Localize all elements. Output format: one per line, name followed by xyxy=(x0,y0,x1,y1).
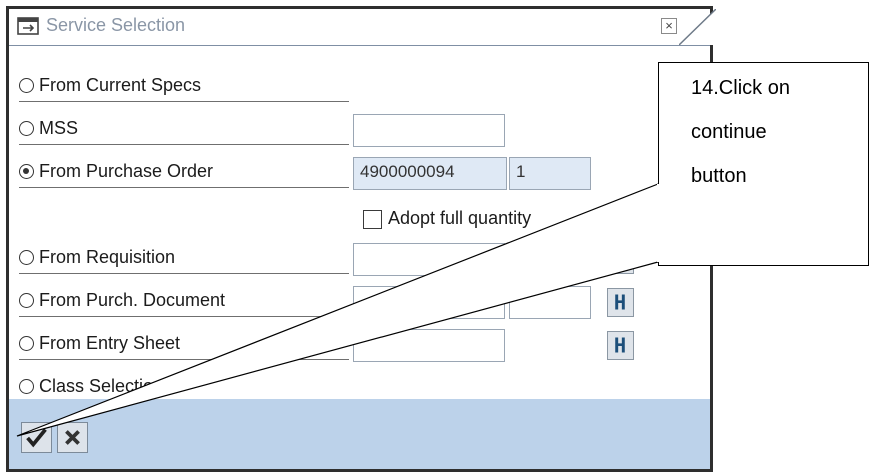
option-label: From Purchase Order xyxy=(39,161,214,181)
cancel-x-icon xyxy=(65,430,80,445)
dialog-title: Service Selection xyxy=(46,15,186,35)
radio-class-selection[interactable] xyxy=(19,379,34,394)
instruction-callout: 14.Click on continue button xyxy=(658,62,869,266)
requisition-input[interactable] xyxy=(353,243,505,276)
radio-from-requisition[interactable] xyxy=(19,250,34,265)
purchase-order-number-field[interactable]: 4900000094 xyxy=(353,157,507,190)
option-label: From Current Specs xyxy=(39,75,202,95)
option-label: From Requisition xyxy=(39,247,176,267)
option-label: From Entry Sheet xyxy=(39,333,181,353)
multiple-selection-icon[interactable]: H xyxy=(607,288,634,317)
radio-from-purchase-order[interactable] xyxy=(19,164,34,179)
dialog-toolbar xyxy=(9,399,710,469)
option-label: From Purch. Document xyxy=(39,290,226,310)
continue-button[interactable] xyxy=(21,422,52,453)
radio-from-current-specs[interactable] xyxy=(19,78,34,93)
adopt-full-quantity-checkbox[interactable] xyxy=(363,210,382,229)
svg-text:H: H xyxy=(614,290,626,314)
close-icon[interactable]: × xyxy=(661,18,677,34)
entry-sheet-input[interactable] xyxy=(353,329,505,362)
callout-line-3: button xyxy=(691,165,747,187)
window-menu-icon[interactable] xyxy=(17,17,39,35)
svg-text:H: H xyxy=(614,333,626,357)
titlebar-corner xyxy=(679,9,716,45)
checkmark-icon xyxy=(26,428,47,448)
callout-line-1: 14.Click on xyxy=(691,77,790,99)
divider xyxy=(19,187,349,188)
adopt-full-quantity-label: Adopt full quantity xyxy=(388,208,532,228)
cancel-button[interactable] xyxy=(57,422,88,453)
purch-document-item-input[interactable] xyxy=(509,286,591,319)
radio-mss[interactable] xyxy=(19,121,34,136)
radio-from-purch-document[interactable] xyxy=(19,293,34,308)
svg-text:H: H xyxy=(614,247,626,271)
option-label: MSS xyxy=(39,118,79,138)
divider xyxy=(19,144,349,145)
divider xyxy=(19,359,349,360)
service-selection-dialog: Service Selection × From Current Specs M… xyxy=(6,6,716,472)
purchase-order-item-field[interactable]: 1 xyxy=(509,157,591,190)
multiple-selection-icon[interactable]: H xyxy=(607,331,634,360)
divider xyxy=(19,101,349,102)
radio-from-entry-sheet[interactable] xyxy=(19,336,34,351)
multiple-selection-icon[interactable]: H xyxy=(607,245,634,274)
purch-document-input[interactable] xyxy=(353,286,505,319)
requisition-item-input[interactable] xyxy=(509,243,591,276)
divider xyxy=(19,273,349,274)
divider xyxy=(19,316,349,317)
option-label: Class Selection xyxy=(39,376,164,396)
callout-line-2: continue xyxy=(691,121,767,143)
mss-input[interactable] xyxy=(353,114,505,147)
dialog-titlebar: Service Selection × xyxy=(9,9,716,46)
